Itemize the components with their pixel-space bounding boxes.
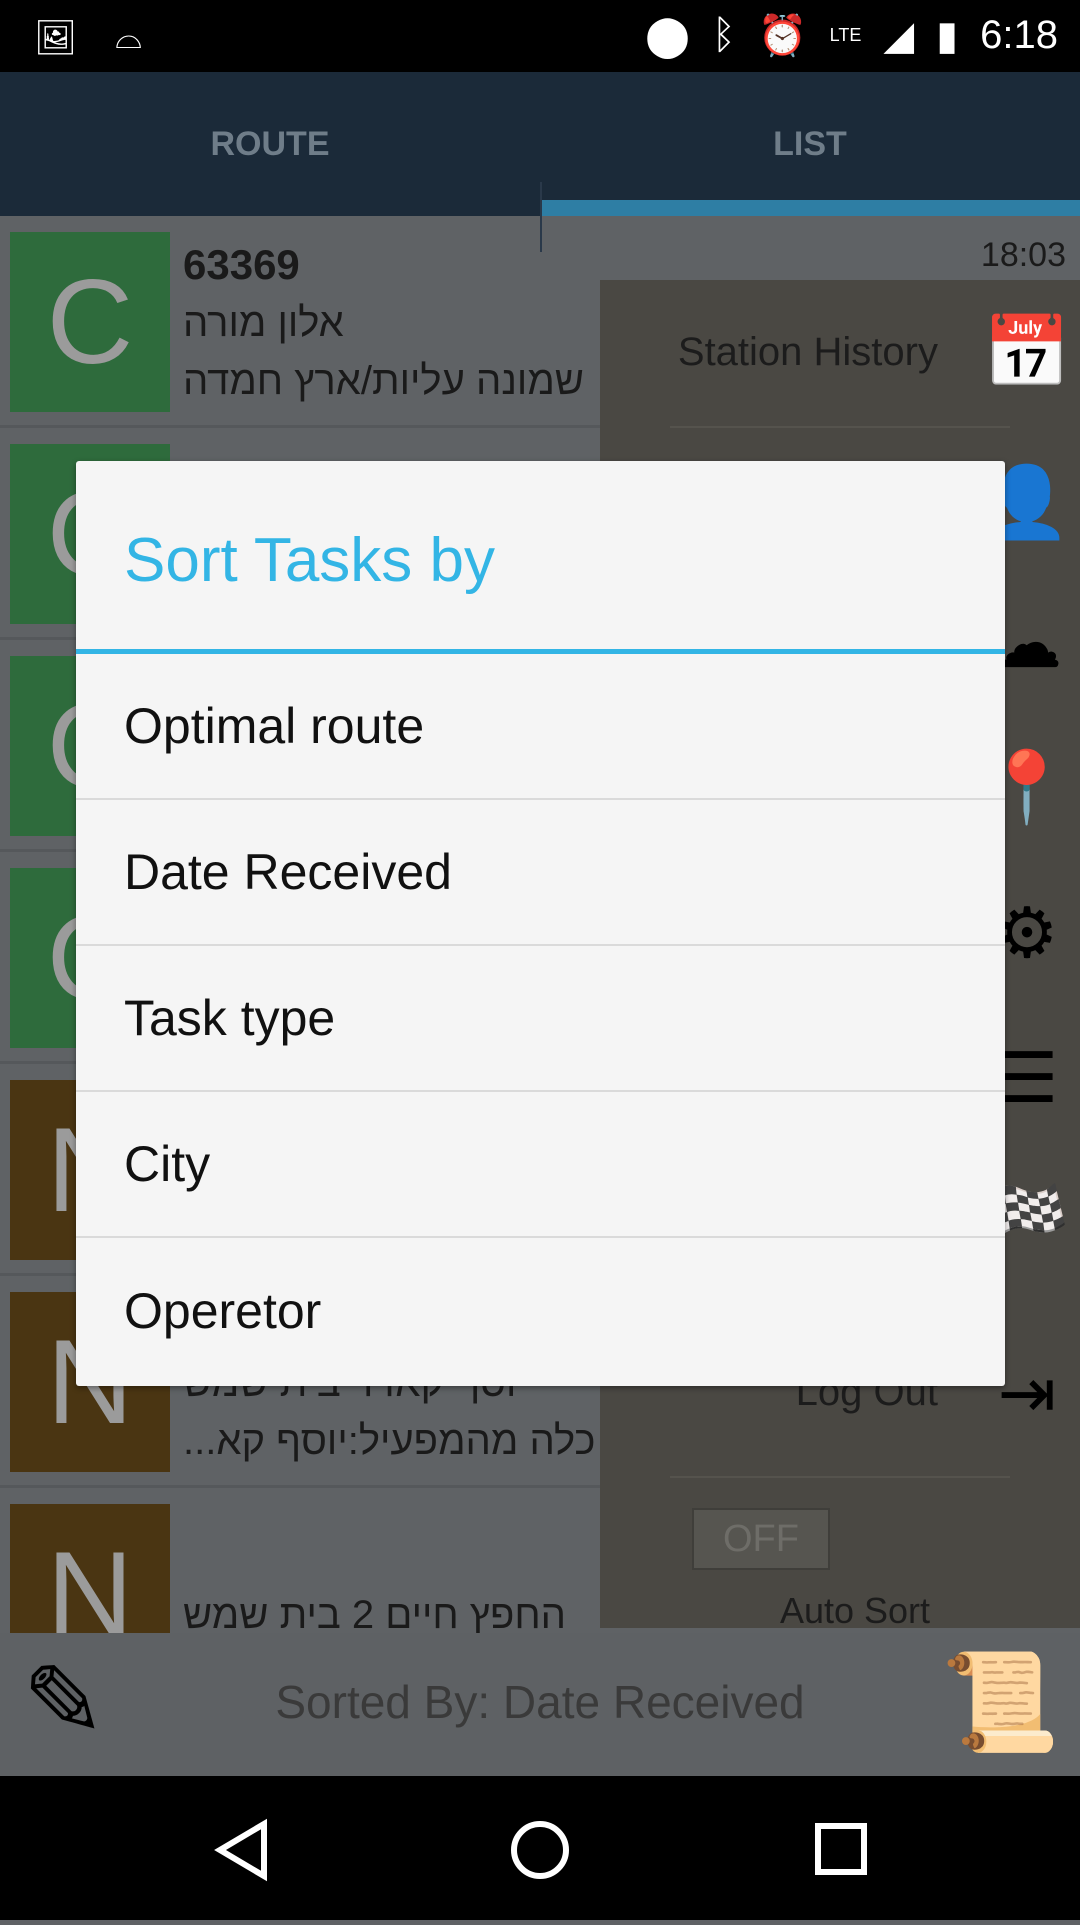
tab-route[interactable]: ROUTE xyxy=(0,72,540,216)
divider xyxy=(670,1476,1010,1478)
task-line1: החפץ חיים 2 בית שמש xyxy=(183,1593,567,1633)
station-history-label: Station History xyxy=(677,330,938,374)
clock: 6:18 xyxy=(980,13,1058,57)
recents-button[interactable] xyxy=(815,1823,867,1875)
image-icon: 🖼 xyxy=(34,19,78,57)
task-text: החפץ חיים 2 בית שמש xyxy=(183,1508,566,1633)
drawer-item-station-history[interactable]: Station History 📅 xyxy=(600,280,1080,426)
back-button[interactable] xyxy=(214,1818,267,1882)
task-number: 63369 xyxy=(183,241,300,288)
navigation-bar xyxy=(0,1776,1080,1920)
option-city[interactable]: City xyxy=(76,1092,1005,1238)
sorted-by-label: Sorted By: Date Received xyxy=(275,1676,805,1728)
option-operator[interactable]: Operetor xyxy=(76,1238,1005,1384)
checklist-icon[interactable]: 📜 xyxy=(940,1647,1060,1759)
auto-sort-label: Auto Sort xyxy=(779,1590,931,1631)
home-button[interactable] xyxy=(511,1821,569,1879)
task-line2: שמונה עליות/ארץ חמדה xyxy=(183,359,584,403)
dialog-title: Sort Tasks by xyxy=(76,461,1005,654)
status-bar: 🖼 ⌓ ⬤ ᛒ ⏰ LTE ◢ ▮ 6:18 xyxy=(0,0,1080,72)
alarm-icon: ⏰ xyxy=(757,14,808,58)
task-type-badge: N xyxy=(10,1504,170,1633)
task-text: 63369 אלון מורה שמונה עליות/ארץ חמדה xyxy=(183,236,584,410)
task-type-badge: C xyxy=(10,232,170,412)
battery-icon: ▮ xyxy=(936,13,959,58)
location-icon: ⬤ xyxy=(645,13,690,58)
nav-buttons xyxy=(214,1818,867,1882)
task-line1: אלון מורה xyxy=(183,301,344,345)
option-optimal-route[interactable]: Optimal route xyxy=(76,654,1005,800)
sort-dialog: Sort Tasks by Optimal route Date Receive… xyxy=(76,461,1005,1386)
option-date-received[interactable]: Date Received xyxy=(76,800,1005,946)
lte-label: LTE xyxy=(829,25,862,45)
voicemail-icon: ⌓ xyxy=(115,18,143,56)
signal-icon: ◢ xyxy=(883,13,915,58)
calendar-icon: 📅 xyxy=(983,313,1071,391)
task-time: 18:03 xyxy=(980,236,1066,274)
bottom-bar: ✎ Sorted By: Date Received 📜 xyxy=(0,1633,1080,1776)
tab-list[interactable]: LIST xyxy=(540,72,1080,216)
option-task-type[interactable]: Task type xyxy=(76,946,1005,1092)
bluetooth-icon: ᛒ xyxy=(711,13,736,57)
tab-bar: ROUTE LIST xyxy=(0,72,1080,252)
task-line2: כלה מהמפעיל:יוסף קא... xyxy=(183,1419,596,1463)
divider xyxy=(670,426,1010,428)
auto-sort-toggle[interactable]: OFF xyxy=(692,1508,830,1570)
